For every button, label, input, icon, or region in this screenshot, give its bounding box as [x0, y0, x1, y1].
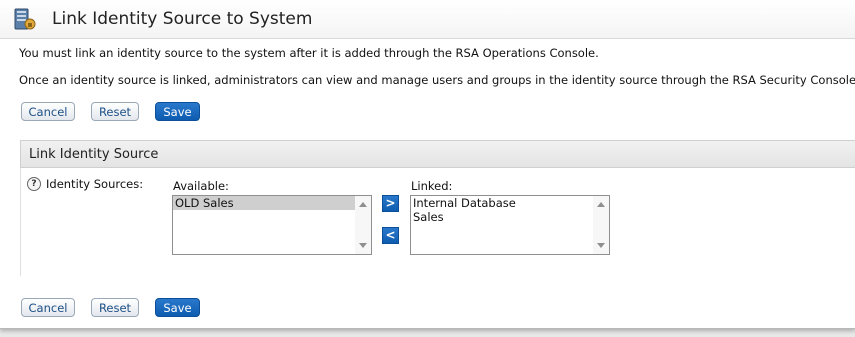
remove-from-linked-button[interactable]: < [382, 227, 399, 244]
link-identity-source-panel: Link Identity Source to System You must … [0, 0, 855, 329]
section-header: Link Identity Source [20, 140, 855, 168]
scroll-up-arrow-icon[interactable] [597, 202, 605, 207]
linked-item-sales[interactable]: Sales [411, 210, 609, 224]
save-button-top[interactable]: Save [155, 102, 200, 121]
identity-source-server-icon [12, 7, 38, 33]
page-title: Link Identity Source to System [52, 9, 313, 29]
linked-listbox[interactable]: Internal Database Sales [410, 195, 610, 255]
linked-item-internal-database[interactable]: Internal Database [411, 196, 609, 210]
available-listbox[interactable]: OLD Sales [172, 195, 372, 255]
linked-scrollbar[interactable] [593, 196, 609, 254]
description-text-1: You must link an identity source to the … [19, 46, 599, 60]
add-to-linked-button[interactable]: > [382, 195, 399, 212]
identity-sources-label: Identity Sources: [46, 177, 144, 191]
available-item-old-sales[interactable]: OLD Sales [173, 196, 355, 210]
save-button-bottom[interactable]: Save [155, 298, 200, 317]
scroll-down-arrow-icon[interactable] [359, 243, 367, 248]
available-label: Available: [173, 179, 229, 193]
reset-button-bottom[interactable]: Reset [91, 298, 139, 317]
reset-button-top[interactable]: Reset [91, 102, 139, 121]
scroll-up-arrow-icon[interactable] [359, 202, 367, 207]
cancel-button-bottom[interactable]: Cancel [21, 298, 75, 317]
section-title: Link Identity Source [29, 147, 159, 162]
description-text-2: Once an identity source is linked, admin… [19, 73, 855, 87]
help-icon[interactable]: ? [27, 177, 41, 191]
linked-label: Linked: [411, 179, 453, 193]
scroll-down-arrow-icon[interactable] [597, 243, 605, 248]
title-bar: Link Identity Source to System [0, 0, 855, 39]
cancel-button-top[interactable]: Cancel [21, 102, 75, 121]
available-scrollbar[interactable] [355, 196, 371, 254]
